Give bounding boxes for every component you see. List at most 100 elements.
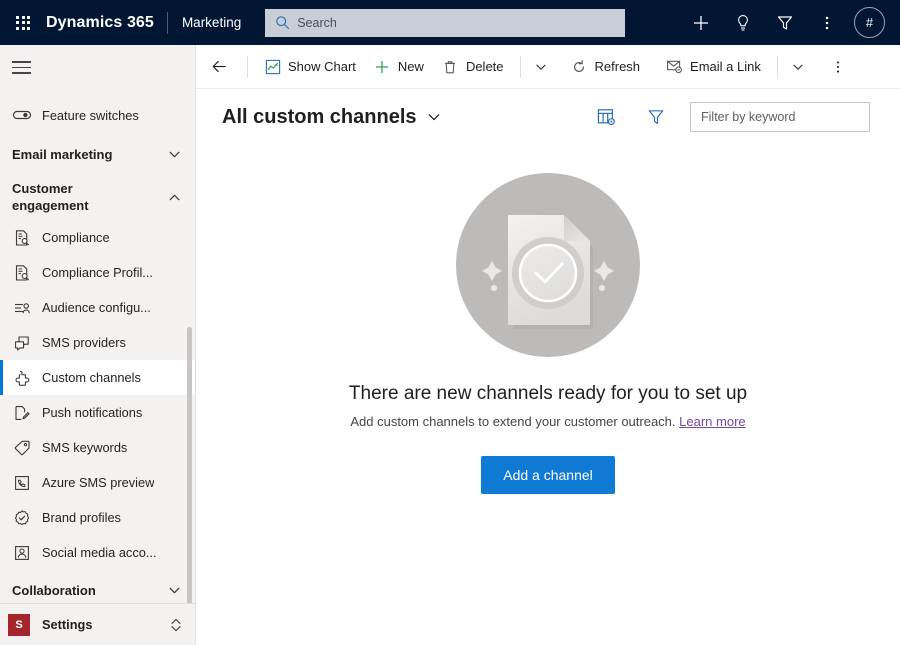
sidebar-scrollbar[interactable] xyxy=(187,327,192,603)
command-separator xyxy=(519,55,521,78)
filter-by-keyword-input[interactable]: Filter by keyword xyxy=(690,102,870,132)
settings-label: Settings xyxy=(42,617,93,632)
command-label: Refresh xyxy=(594,59,641,74)
sidebar-group-label: Email marketing xyxy=(12,146,113,162)
site-map-toggle-button[interactable] xyxy=(0,45,195,90)
sidebar-item-brand-profiles[interactable]: Brand profiles xyxy=(0,500,195,535)
chevron-up-icon xyxy=(167,190,181,204)
plus-icon xyxy=(374,58,391,75)
sidebar-item-social-media-accounts[interactable]: Social media acco... xyxy=(0,535,195,570)
command-label: New xyxy=(397,59,424,74)
main-content: Show Chart New Delete Refresh Email a Li… xyxy=(196,45,900,645)
delete-overflow-caret[interactable] xyxy=(528,50,554,84)
sidebar-item-azure-sms-preview[interactable]: Azure SMS preview xyxy=(0,465,195,500)
chevron-up-down-icon xyxy=(169,618,183,632)
sidebar-item-push-notifications[interactable]: Push notifications xyxy=(0,395,195,430)
search-placeholder: Search xyxy=(297,15,337,30)
command-label: Email a Link xyxy=(690,59,761,74)
filter-placeholder: Filter by keyword xyxy=(701,110,796,124)
sidebar-group-collaboration[interactable]: Collaboration xyxy=(0,570,195,603)
sidebar-group-email-marketing[interactable]: Email marketing xyxy=(0,134,195,174)
command-label: Delete xyxy=(465,59,504,74)
avatar[interactable]: # xyxy=(854,7,885,38)
sidebar-item-label: Brand profiles xyxy=(42,510,121,525)
sidebar-group-label: Customer engagement xyxy=(12,181,89,213)
edit-columns-icon[interactable] xyxy=(590,101,622,133)
sidebar-item-label: Azure SMS preview xyxy=(42,475,155,490)
chevron-down-icon xyxy=(167,147,181,161)
email-link-icon xyxy=(666,58,683,75)
toggle-icon xyxy=(12,105,32,125)
sidebar-item-label: Custom channels xyxy=(42,370,141,385)
sidebar-scroll-area: Feature switches Email marketing Custome… xyxy=(0,90,195,603)
sidebar-item-label: Compliance xyxy=(42,230,110,245)
topbar-icon-group: # xyxy=(680,0,900,45)
puzzle-piece-icon xyxy=(12,368,32,388)
filter-funnel-icon[interactable] xyxy=(640,101,672,133)
learn-more-link[interactable]: Learn more xyxy=(679,414,745,429)
sidebar-item-label: SMS providers xyxy=(42,335,126,350)
brand-title[interactable]: Dynamics 365 xyxy=(46,14,167,32)
empty-state-subtitle: Add custom channels to extend your custo… xyxy=(350,414,745,429)
social-account-icon xyxy=(12,543,32,563)
add-a-channel-button[interactable]: Add a channel xyxy=(481,456,615,494)
chevron-down-icon[interactable] xyxy=(423,106,445,128)
search-container: Search xyxy=(265,8,626,37)
app-launcher-button[interactable] xyxy=(0,0,46,45)
more-icon[interactable] xyxy=(806,0,848,45)
sidebar-item-label: SMS keywords xyxy=(42,440,128,455)
chat-bubbles-icon xyxy=(12,333,32,353)
trash-icon xyxy=(442,58,459,75)
app-name-label[interactable]: Marketing xyxy=(168,15,241,30)
back-button[interactable] xyxy=(202,50,236,84)
waffle-icon xyxy=(16,15,30,30)
sidebar-group-label: Collaboration xyxy=(12,582,96,598)
azure-sms-icon xyxy=(12,473,32,493)
empty-state: There are new channels ready for you to … xyxy=(196,145,900,645)
sidebar-group-customer-engagement[interactable]: Customer engagement xyxy=(0,174,195,220)
selected-indicator xyxy=(0,360,3,395)
sidebar-item-label: Audience configu... xyxy=(42,300,151,315)
lightbulb-icon[interactable] xyxy=(722,0,764,45)
sidebar-item-compliance[interactable]: Compliance xyxy=(0,220,195,255)
compliance-doc-icon xyxy=(12,228,32,248)
settings-badge: S xyxy=(8,613,30,636)
verified-badge-icon xyxy=(12,508,32,528)
delete-button[interactable]: Delete xyxy=(433,50,513,84)
new-button[interactable]: New xyxy=(365,50,433,84)
refresh-button[interactable]: Refresh xyxy=(562,50,650,84)
empty-state-subtitle-text: Add custom channels to extend your custo… xyxy=(350,414,676,429)
view-header: All custom channels Filter by keyword xyxy=(196,89,900,145)
page-title[interactable]: All custom channels xyxy=(222,106,417,129)
show-chart-button[interactable]: Show Chart xyxy=(255,50,365,84)
tag-icon xyxy=(12,438,32,458)
search-input[interactable]: Search xyxy=(265,8,626,37)
compliance-doc-icon xyxy=(12,263,32,283)
add-icon[interactable] xyxy=(680,0,722,45)
sidebar-item-label: Social media acco... xyxy=(42,545,157,560)
sidebar-item-sms-providers[interactable]: SMS providers xyxy=(0,325,195,360)
push-notification-icon xyxy=(12,403,32,423)
sidebar-item-audience-configuration[interactable]: Audience configu... xyxy=(0,290,195,325)
sidebar-item-label: Push notifications xyxy=(42,405,143,420)
document-check-illustration xyxy=(452,169,644,361)
command-separator xyxy=(776,55,778,78)
command-bar: Show Chart New Delete Refresh Email a Li… xyxy=(196,45,900,89)
filter-icon[interactable] xyxy=(764,0,806,45)
sidebar-item-compliance-profiles[interactable]: Compliance Profil... xyxy=(0,255,195,290)
email-overflow-caret[interactable] xyxy=(785,50,811,84)
more-commands-button[interactable] xyxy=(823,50,853,84)
sidebar-item-sms-keywords[interactable]: SMS keywords xyxy=(0,430,195,465)
sidebar-item-label: Compliance Profil... xyxy=(42,265,153,280)
top-navigation-bar: Dynamics 365 Marketing Search # xyxy=(0,0,900,45)
hamburger-icon xyxy=(12,61,31,74)
empty-state-title: There are new channels ready for you to … xyxy=(348,383,748,404)
sidebar-item-custom-channels[interactable]: Custom channels xyxy=(0,360,195,395)
app-body: Feature switches Email marketing Custome… xyxy=(0,45,900,645)
command-separator xyxy=(247,55,248,78)
area-switcher-settings[interactable]: S Settings xyxy=(0,603,195,645)
sidebar: Feature switches Email marketing Custome… xyxy=(0,45,196,645)
sidebar-item-feature-switches[interactable]: Feature switches xyxy=(0,96,195,134)
email-a-link-button[interactable]: Email a Link xyxy=(657,50,770,84)
refresh-icon xyxy=(571,58,588,75)
